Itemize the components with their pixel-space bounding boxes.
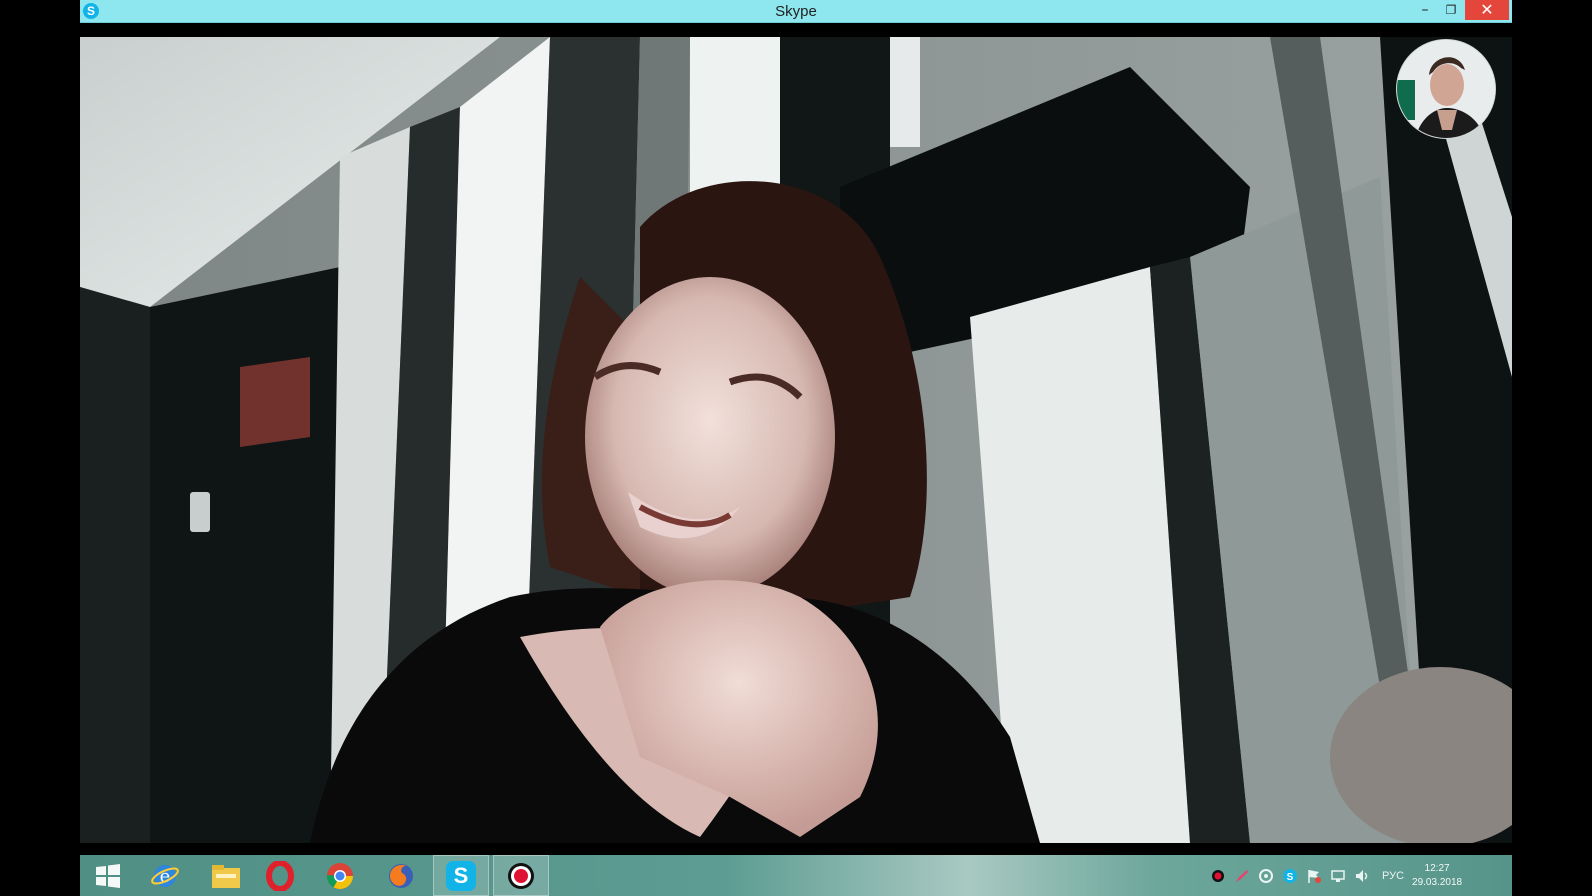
self-view-frame (1397, 40, 1495, 138)
remote-video-feed[interactable] (80, 37, 1512, 843)
minimize-button[interactable]: – (1411, 0, 1439, 20)
update-icon[interactable] (1257, 867, 1275, 885)
clock-time: 12:27 (1424, 862, 1450, 874)
windows-start-icon[interactable] (80, 855, 136, 896)
chrome-icon[interactable] (312, 855, 368, 896)
skype-tray-icon[interactable]: S (1281, 867, 1299, 885)
pen-icon[interactable] (1233, 867, 1251, 885)
clock-date: 29.03.2018 (1412, 876, 1463, 888)
opera-icon[interactable] (252, 855, 308, 896)
self-view-video[interactable] (1396, 39, 1496, 139)
file-explorer-icon[interactable] (198, 855, 254, 896)
firefox-icon[interactable] (373, 855, 429, 896)
clock[interactable]: 12:27 29.03.2018 (1412, 862, 1462, 890)
language-indicator[interactable]: РУС (1382, 870, 1404, 882)
system-tray: S РУС 12:27 29.03.2018 (1206, 855, 1462, 896)
network-icon[interactable] (1329, 867, 1347, 885)
record-icon[interactable] (1209, 867, 1227, 885)
screen-recorder-icon[interactable] (493, 855, 549, 896)
svg-text:S: S (1287, 872, 1294, 883)
volume-icon[interactable] (1353, 867, 1371, 885)
window-title: Skype (775, 3, 817, 20)
taskbar: e S S РУС 12:27 29.03.2018 (80, 855, 1512, 896)
window-titlebar: S Skype – ❐ ✕ (80, 0, 1512, 23)
close-button[interactable]: ✕ (1465, 0, 1509, 20)
video-frame (80, 37, 1512, 843)
skype-taskbar-icon[interactable]: S (433, 855, 489, 896)
flag-icon[interactable] (1305, 867, 1323, 885)
restore-button[interactable]: ❐ (1437, 0, 1465, 20)
internet-explorer-icon[interactable]: e (137, 855, 193, 896)
